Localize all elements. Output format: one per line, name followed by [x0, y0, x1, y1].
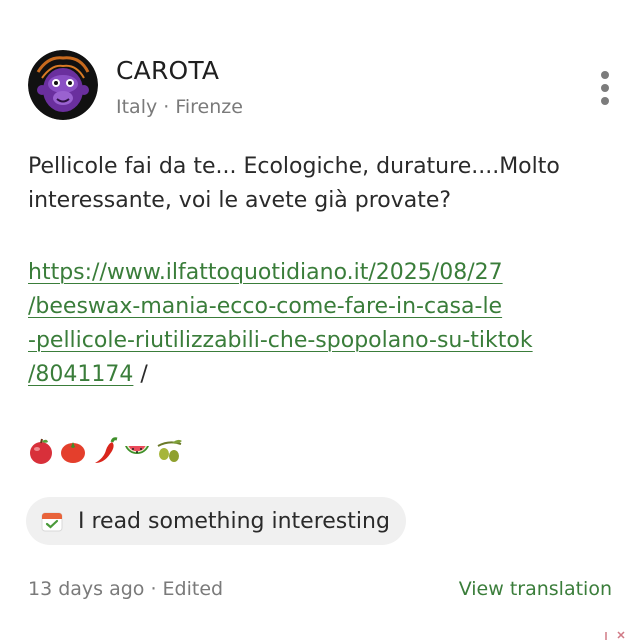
- tomato-emoji-icon: [61, 442, 85, 463]
- post-body-line: interessante, voi le avete già provate?: [28, 188, 452, 213]
- hot-pepper-emoji-icon: [95, 437, 118, 463]
- post-body: Pellicole fai da te... Ecologiche, durat…: [28, 150, 600, 218]
- more-dot: [601, 84, 609, 92]
- link-line[interactable]: -pellicole-riutilizzabili-che-spopolano-…: [28, 324, 533, 358]
- post-header: CAROTA Italy · Firenze: [28, 50, 620, 122]
- calendar-check-icon: [41, 512, 63, 532]
- link-line[interactable]: /beeswax-mania-ecco-come-fare-in-casa-le: [28, 290, 533, 324]
- post-body-line: Pellicole fai da te... Ecologiche, durat…: [28, 154, 560, 179]
- author-location: Italy · Firenze: [116, 96, 243, 118]
- post-meta: 13 days ago · Edited: [28, 578, 224, 600]
- link-line[interactable]: /8041174: [28, 362, 133, 387]
- tag-label: I read something interesting: [78, 508, 390, 534]
- post-card: CAROTA Italy · Firenze Pellicole fai da …: [0, 0, 640, 640]
- author-name[interactable]: CAROTA: [116, 56, 219, 85]
- link-last-line: /8041174 /: [28, 358, 533, 392]
- red-apple-emoji-icon: [30, 438, 52, 464]
- purple-ape-avatar-icon: [28, 50, 98, 120]
- avatar[interactable]: [28, 50, 98, 120]
- watermelon-emoji-icon: [125, 446, 149, 454]
- view-translation-link[interactable]: View translation: [459, 578, 612, 600]
- link-line[interactable]: https://www.ilfattoquotidiano.it/2025/08…: [28, 256, 533, 290]
- olive-emoji-icon: [157, 439, 182, 462]
- more-dot: [601, 97, 609, 105]
- link-trailing-text: /: [133, 362, 148, 387]
- post-link[interactable]: https://www.ilfattoquotidiano.it/2025/08…: [28, 256, 533, 392]
- more-options-button[interactable]: [590, 68, 620, 108]
- more-vertical-icon: [601, 71, 609, 79]
- emoji-row: [26, 434, 184, 468]
- post-tag-chip[interactable]: I read something interesting: [26, 497, 406, 545]
- corner-decoration-icon: [605, 631, 625, 640]
